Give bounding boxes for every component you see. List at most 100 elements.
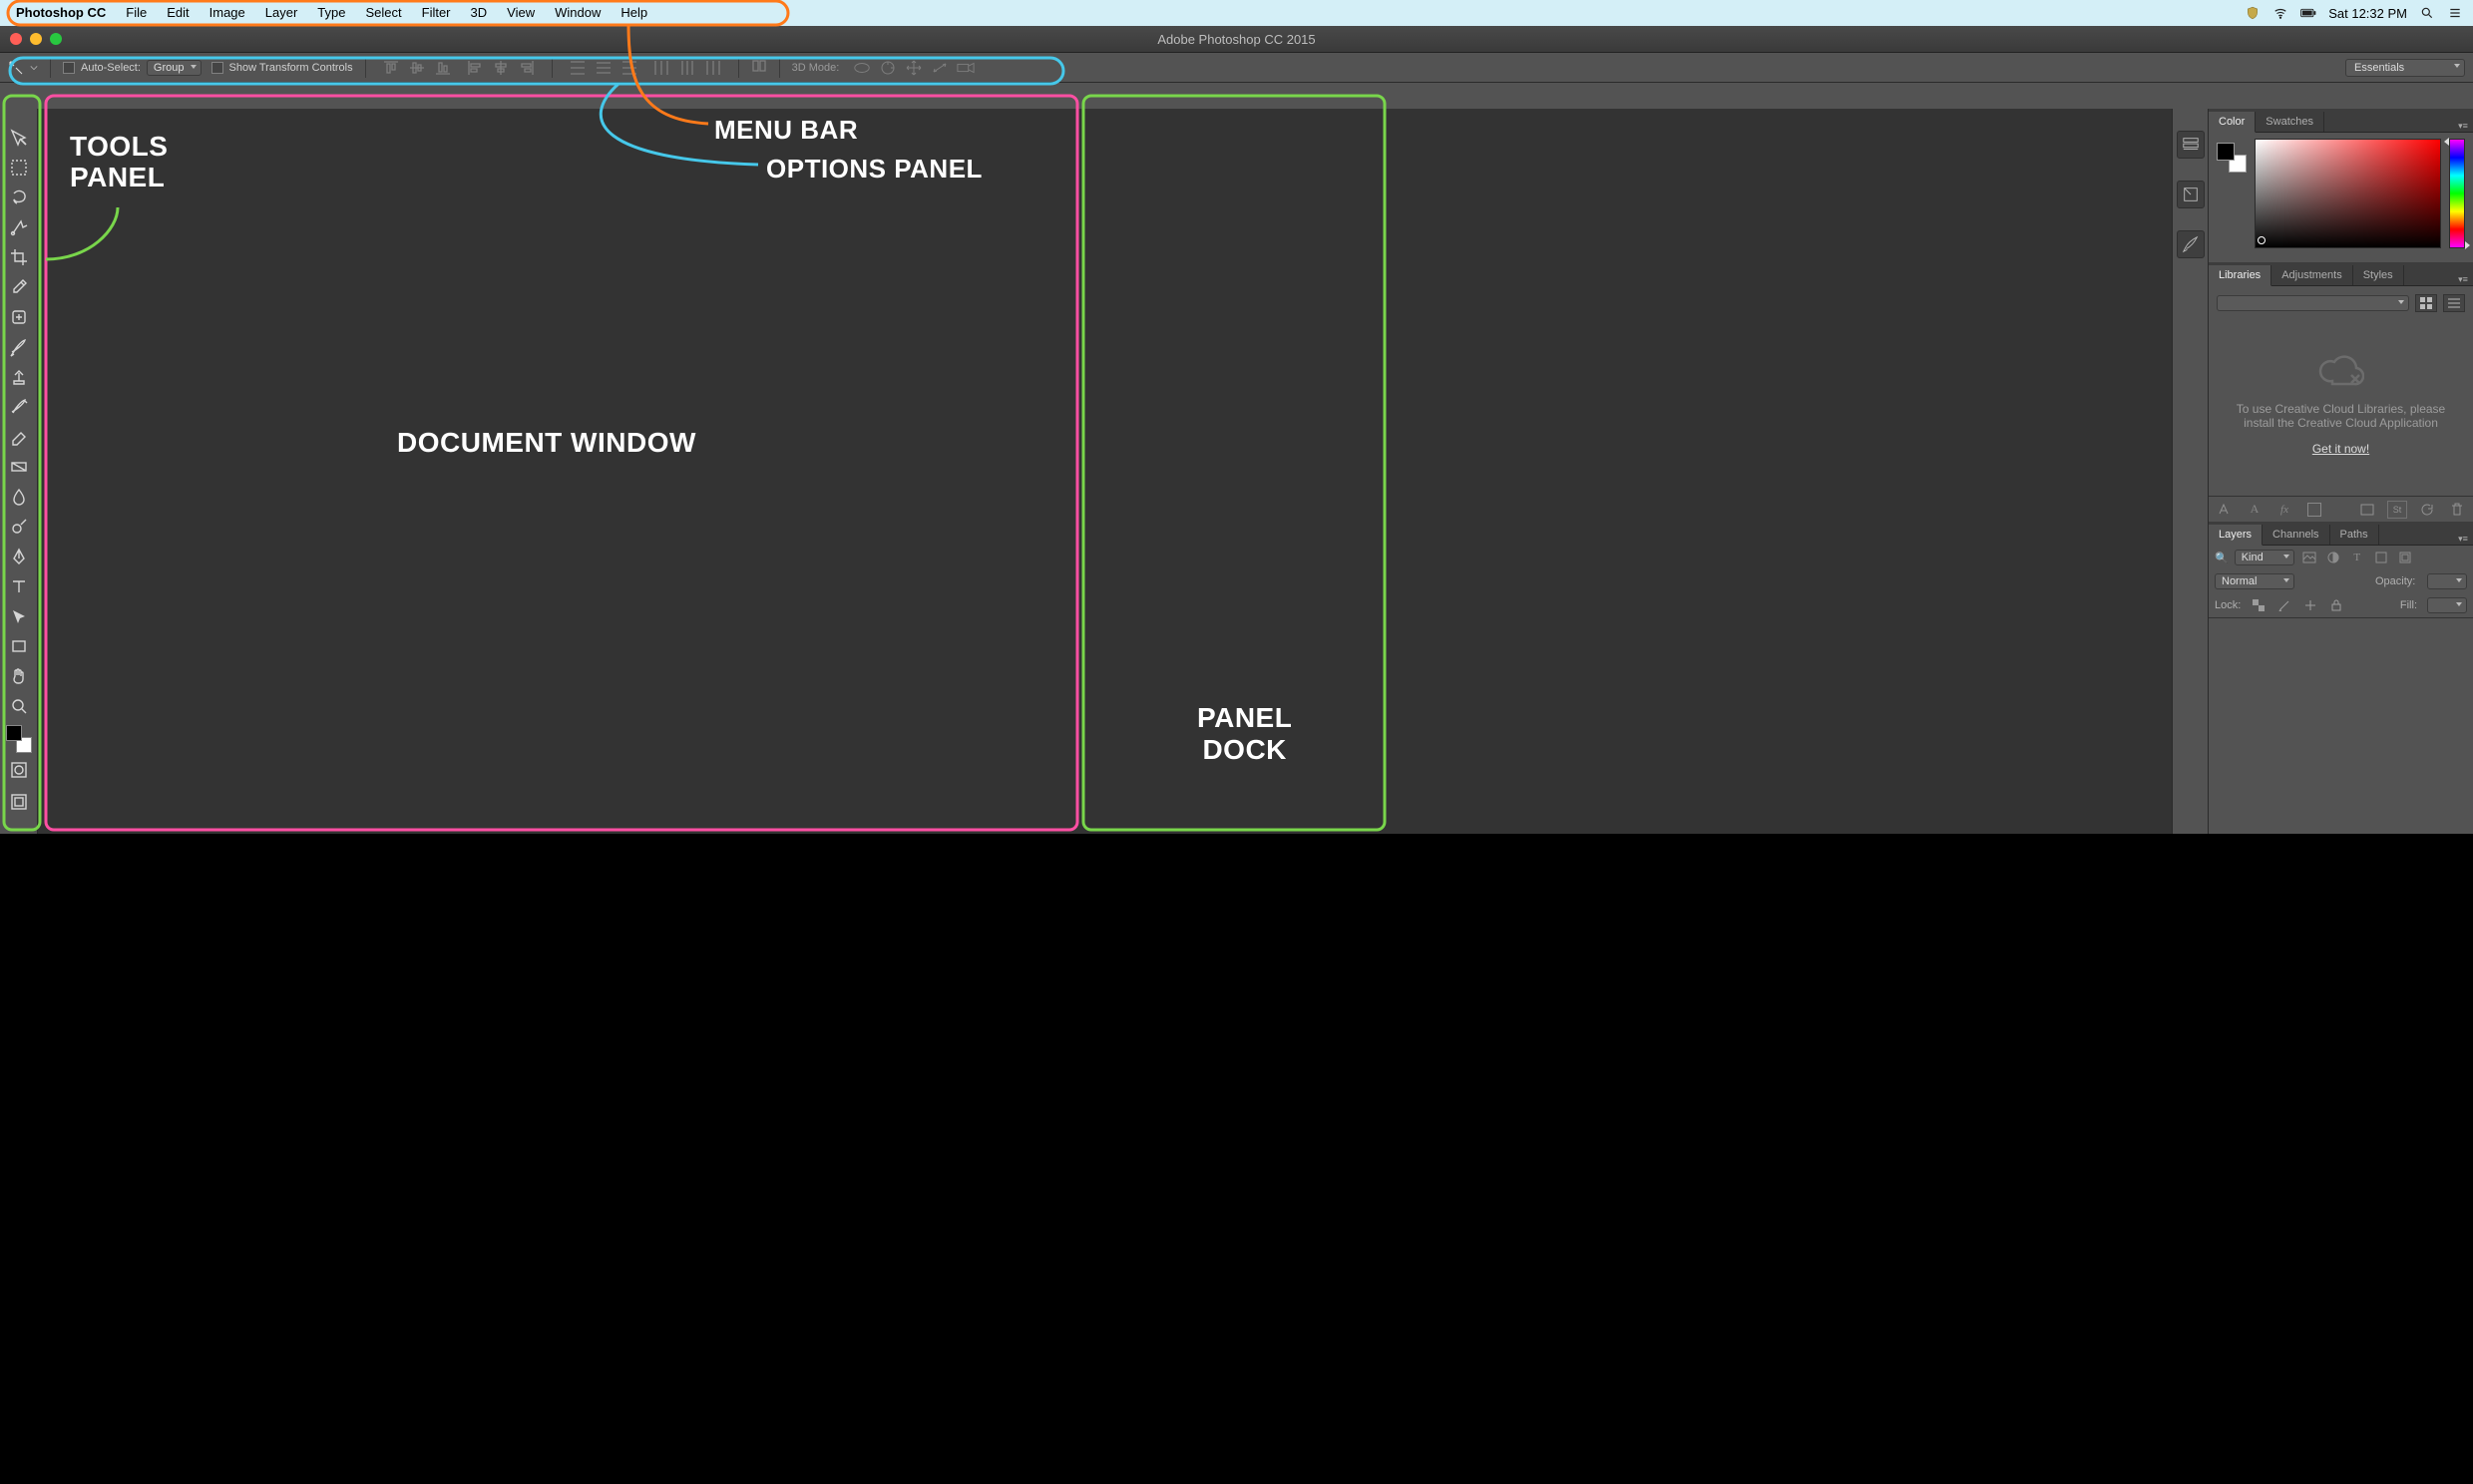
lock-all-button[interactable] (2328, 597, 2344, 613)
3d-pan-button[interactable] (901, 57, 927, 79)
workspace-dropdown[interactable]: Essentials (2345, 59, 2465, 77)
distribute-left-button[interactable] (648, 57, 674, 79)
menu-filter[interactable]: Filter (412, 0, 461, 26)
filter-shape-icon[interactable] (2372, 550, 2390, 565)
3d-roll-button[interactable] (875, 57, 901, 79)
tab-adjustments[interactable]: Adjustments (2271, 265, 2353, 285)
healing-brush-tool[interactable] (4, 302, 34, 332)
tab-channels[interactable]: Channels (2263, 525, 2329, 545)
quick-mask-tool[interactable] (4, 755, 34, 785)
libraries-list-view-button[interactable] (2443, 294, 2465, 312)
window-minimize-button[interactable] (30, 33, 42, 45)
blur-tool[interactable] (4, 482, 34, 512)
tab-color[interactable]: Color (2209, 112, 2256, 133)
save-to-cc-button[interactable]: St (2387, 501, 2407, 519)
align-vcenter-button[interactable] (404, 57, 430, 79)
graphic-add-button[interactable] (2357, 501, 2377, 519)
trash-button[interactable] (2447, 501, 2467, 519)
menu-help[interactable]: Help (611, 0, 657, 26)
menu-clock[interactable]: Sat 12:32 PM (2328, 6, 2407, 21)
crop-tool[interactable] (4, 242, 34, 272)
shield-icon[interactable] (2245, 5, 2261, 21)
spotlight-icon[interactable] (2419, 5, 2435, 21)
align-top-edges-button[interactable] (378, 57, 404, 79)
distribute-top-button[interactable] (565, 57, 591, 79)
sync-button[interactable] (2417, 501, 2437, 519)
menu-window[interactable]: Window (545, 0, 611, 26)
window-close-button[interactable] (10, 33, 22, 45)
align-left-edges-button[interactable] (462, 57, 488, 79)
align-bottom-edges-button[interactable] (430, 57, 456, 79)
battery-icon[interactable] (2300, 5, 2316, 21)
lasso-tool[interactable] (4, 183, 34, 212)
char-style-add-button[interactable] (2215, 501, 2235, 519)
wifi-icon[interactable] (2272, 5, 2288, 21)
menu-view[interactable]: View (497, 0, 545, 26)
window-zoom-button[interactable] (50, 33, 62, 45)
color-field-picker[interactable] (2255, 139, 2441, 248)
notifications-icon[interactable] (2447, 5, 2463, 21)
distribute-vcenter-button[interactable] (591, 57, 617, 79)
history-panel-icon[interactable] (2177, 131, 2205, 159)
document-window[interactable] (38, 109, 2172, 834)
libraries-grid-view-button[interactable] (2415, 294, 2437, 312)
color-panel-menu-button[interactable]: ▾≡ (2453, 121, 2473, 132)
dodge-tool[interactable] (4, 512, 34, 542)
gradient-tool[interactable] (4, 452, 34, 482)
layers-panel-menu-button[interactable]: ▾≡ (2453, 534, 2473, 545)
distribute-bottom-button[interactable] (617, 57, 642, 79)
opacity-field[interactable] (2427, 573, 2467, 589)
distribute-hcenter-button[interactable] (674, 57, 700, 79)
eyedropper-tool[interactable] (4, 272, 34, 302)
tab-styles[interactable]: Styles (2353, 265, 2404, 285)
screen-mode-tool[interactable] (4, 787, 34, 817)
3d-slide-button[interactable] (927, 57, 953, 79)
tab-paths[interactable]: Paths (2330, 525, 2379, 545)
hue-slider[interactable] (2449, 139, 2465, 248)
fg-color-add-button[interactable] (2304, 501, 2324, 519)
auto-align-button[interactable] (751, 58, 767, 77)
properties-panel-icon[interactable] (2177, 181, 2205, 208)
filter-smart-icon[interactable] (2396, 550, 2414, 565)
menu-layer[interactable]: Layer (255, 0, 308, 26)
filter-adjust-icon[interactable] (2324, 550, 2342, 565)
filter-pixel-icon[interactable] (2300, 550, 2318, 565)
distribute-right-button[interactable] (700, 57, 726, 79)
lock-position-button[interactable] (2302, 597, 2318, 613)
color-fg-bg-swatch[interactable] (2217, 143, 2247, 173)
quick-select-tool[interactable] (4, 212, 34, 242)
menu-app-name[interactable]: Photoshop CC (6, 0, 116, 26)
auto-select-checkbox[interactable] (63, 62, 75, 74)
type-tool[interactable] (4, 571, 34, 601)
align-hcenter-button[interactable] (488, 57, 514, 79)
lock-pixels-button[interactable] (2276, 597, 2292, 613)
libraries-panel-menu-button[interactable]: ▾≡ (2453, 274, 2473, 285)
path-select-tool[interactable] (4, 601, 34, 631)
fg-bg-swatch[interactable] (4, 725, 34, 753)
menu-edit[interactable]: Edit (157, 0, 199, 26)
char-style-a-button[interactable]: A (2245, 501, 2265, 519)
menu-file[interactable]: File (116, 0, 157, 26)
3d-orbit-button[interactable] (849, 57, 875, 79)
pen-tool[interactable] (4, 542, 34, 571)
history-brush-tool[interactable] (4, 392, 34, 422)
3d-camera-button[interactable] (953, 57, 979, 79)
layers-filter-dropdown[interactable]: Kind (2235, 550, 2294, 565)
brush-presets-panel-icon[interactable] (2177, 230, 2205, 258)
menu-type[interactable]: Type (307, 0, 355, 26)
eraser-tool[interactable] (4, 422, 34, 452)
tab-swatches[interactable]: Swatches (2256, 112, 2324, 132)
show-transform-checkbox[interactable] (211, 62, 223, 74)
layer-style-fx-button[interactable]: fx (2274, 501, 2294, 519)
menu-select[interactable]: Select (355, 0, 411, 26)
libraries-cta-link[interactable]: Get it now! (2312, 442, 2369, 456)
marquee-tool[interactable] (4, 153, 34, 183)
auto-select-dropdown[interactable]: Group (147, 60, 202, 76)
libraries-dropdown[interactable] (2217, 295, 2409, 311)
tab-layers[interactable]: Layers (2209, 525, 2263, 546)
filter-type-icon[interactable]: T (2348, 550, 2366, 565)
clone-stamp-tool[interactable] (4, 362, 34, 392)
tool-preset-button[interactable] (8, 60, 38, 76)
zoom-tool[interactable] (4, 691, 34, 721)
rectangle-tool[interactable] (4, 631, 34, 661)
